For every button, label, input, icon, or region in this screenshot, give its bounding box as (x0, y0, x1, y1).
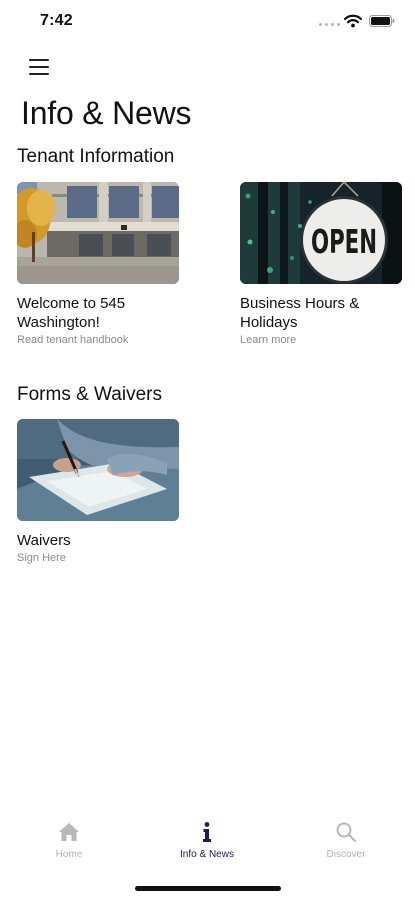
wifi-icon (344, 14, 362, 28)
card-title: Waivers (17, 532, 71, 549)
status-time: 7:42 (40, 12, 73, 29)
tab-discover[interactable]: Discover (291, 820, 401, 870)
card-welcome[interactable]: Welcome to 545 Washington! Read tenant h… (17, 182, 179, 346)
section-title-tenant-information: Tenant Information (17, 146, 175, 167)
home-icon (59, 823, 79, 841)
home-indicator (135, 886, 281, 891)
card-title: Welcome to 545 Washington! (17, 295, 126, 331)
card-business-hours[interactable]: OPEN Business Hours & Holidays Learn mor… (240, 182, 402, 346)
tab-info-news-label: Info & News (180, 849, 234, 860)
page-title: Info & News (21, 95, 192, 131)
open-sign-photo: OPEN (240, 182, 402, 284)
open-sign-text: OPEN (311, 222, 377, 261)
tab-discover-label: Discover (326, 849, 366, 860)
battery-icon (369, 15, 395, 27)
info-icon (203, 822, 211, 842)
hamburger-menu-icon[interactable] (26, 56, 52, 78)
signing-document-photo (17, 419, 179, 521)
tab-home[interactable]: Home (14, 820, 124, 870)
office-building-photo (17, 182, 179, 284)
bottom-tab-bar: Home Info & News Discover (0, 820, 415, 870)
card-subtitle: Learn more (240, 334, 297, 346)
search-icon (336, 822, 357, 843)
card-subtitle: Sign Here (17, 552, 66, 564)
app-screen: 7:42 Info & News Tenant Information Welc… (0, 0, 415, 900)
card-waivers[interactable]: Waivers Sign Here (17, 419, 179, 564)
tab-home-label: Home (55, 849, 83, 860)
section-title-forms-waivers: Forms & Waivers (17, 384, 162, 405)
card-title: Business Hours & Holidays (240, 295, 360, 331)
card-subtitle: Read tenant handbook (17, 334, 129, 346)
tab-info-news[interactable]: Info & News (152, 820, 262, 870)
cellular-signal-icon (319, 21, 341, 27)
status-bar: 7:42 (0, 0, 415, 44)
